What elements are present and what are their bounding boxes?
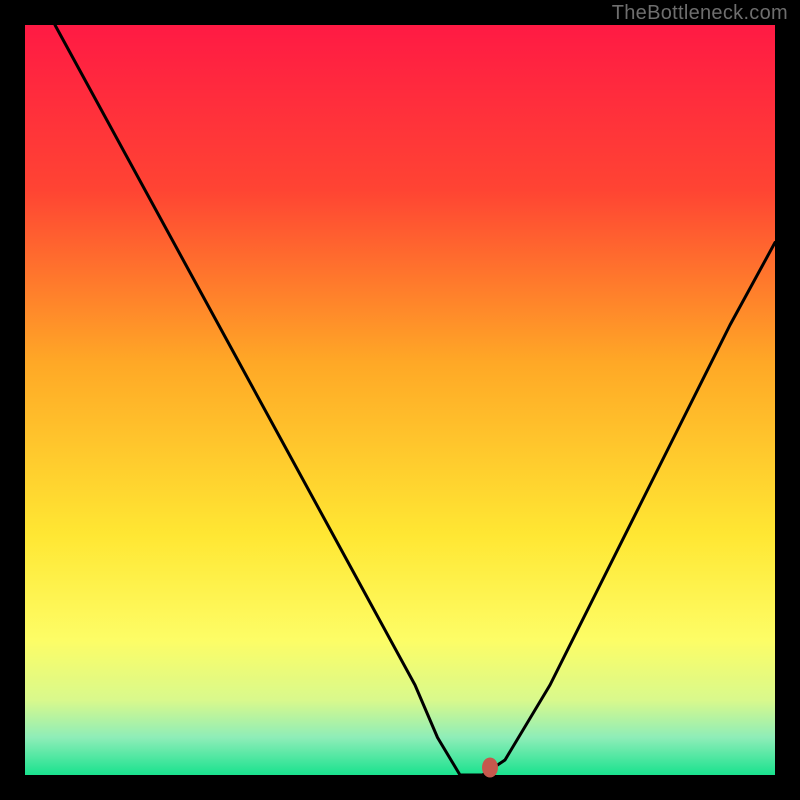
chart-frame: TheBottleneck.com <box>0 0 800 800</box>
plot-background <box>25 25 775 775</box>
sweet-spot-marker <box>482 758 498 778</box>
bottleneck-chart <box>0 0 800 800</box>
